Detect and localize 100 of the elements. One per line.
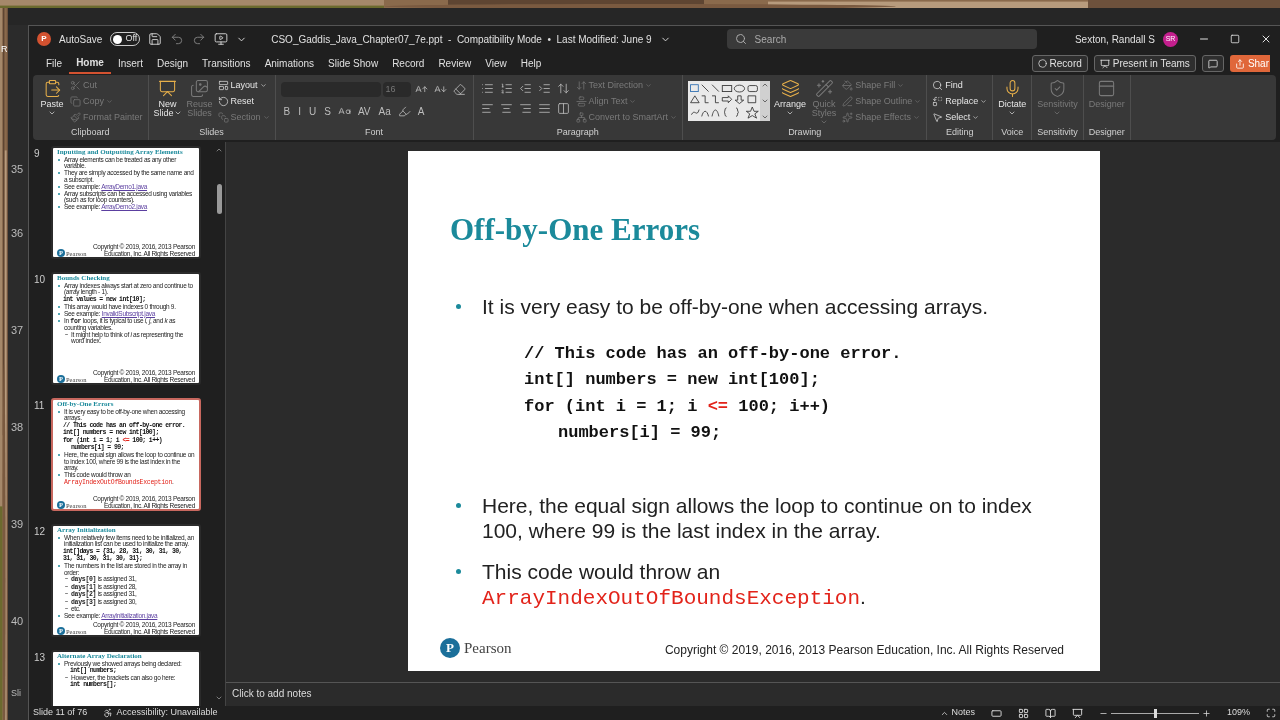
zoom-thumb[interactable] [1153, 708, 1157, 718]
teams-icon [1099, 58, 1110, 69]
format-button[interactable]: B [280, 103, 294, 120]
align-center-icon[interactable] [499, 101, 513, 115]
reading-view-icon[interactable] [1044, 707, 1056, 719]
format-button[interactable]: I [295, 103, 304, 120]
ribbon-tab[interactable]: Animations [257, 53, 322, 74]
present-in-teams-button[interactable]: Present in Teams [1093, 55, 1196, 73]
ribbon-icon [842, 80, 854, 92]
ribbon-tab[interactable]: Insert [110, 53, 150, 74]
slide-number: 40 [11, 615, 25, 627]
autosave-label: AutoSave [59, 32, 103, 47]
accessibility-icon [103, 708, 114, 719]
ribbon-button[interactable]: Paste [38, 77, 66, 118]
redo-icon[interactable] [192, 32, 207, 47]
ribbon-tab[interactable]: Design [149, 53, 196, 74]
format-button[interactable]: AV [354, 103, 374, 120]
slide-number: 10 [33, 273, 47, 288]
present-icon[interactable] [214, 32, 229, 47]
line-spacing-icon[interactable] [556, 81, 570, 95]
desktop-text: R [1, 44, 8, 54]
ribbon-tab[interactable]: Review [431, 53, 479, 74]
ribbon-button[interactable]: Select [932, 109, 988, 126]
ribbon-tab[interactable]: View [478, 53, 514, 74]
slide-text: // This code has an off-by-one error. [524, 343, 902, 363]
bullet-icon [456, 568, 461, 574]
slide-counter: Slide 11 of 76 [33, 706, 88, 720]
fit-to-window-icon[interactable] [1266, 708, 1276, 719]
user-name: Sexton, Randall S [1074, 32, 1155, 47]
format-button[interactable]: U [306, 103, 320, 120]
group-label: Paragraph [555, 126, 600, 138]
slide-thumbnail[interactable] [51, 524, 201, 638]
ribbon-tab[interactable]: Home [69, 53, 111, 74]
pearson-logo: P [440, 638, 460, 659]
group-label: Slides [198, 126, 225, 138]
gallery-scroll[interactable] [760, 80, 771, 121]
slide-text: It is very easy to be off-by-one when accessing arrays. [482, 293, 989, 319]
numbering-icon[interactable] [499, 81, 513, 95]
increase-indent-icon[interactable] [537, 81, 551, 95]
ribbon-button[interactable]: Replace [932, 93, 988, 110]
ribbon-icon [70, 112, 81, 124]
align-right-icon[interactable] [518, 101, 532, 115]
slideshow-icon[interactable] [1071, 707, 1083, 719]
record-button[interactable]: Record [1031, 55, 1088, 73]
zoom-slider[interactable] [1110, 708, 1199, 718]
zoom-in-icon[interactable] [1201, 708, 1211, 718]
brand-name: Pearson [464, 638, 512, 658]
comments-button[interactable] [1201, 55, 1224, 73]
ribbon-icon [932, 96, 944, 108]
undo-icon[interactable] [170, 32, 185, 47]
notes-button[interactable]: Notes [940, 706, 975, 720]
maximize-icon[interactable] [1230, 34, 1240, 45]
format-button[interactable]: Aa [375, 103, 394, 120]
align-left-icon[interactable] [480, 101, 494, 115]
highlighter-icon[interactable] [397, 105, 411, 119]
clear-formatting-icon[interactable] [452, 82, 466, 96]
format-button[interactable]: S [321, 103, 334, 120]
comment-icon [1207, 58, 1218, 69]
group-label: Drawing [787, 126, 823, 138]
columns-icon[interactable] [556, 101, 570, 115]
ribbon-button[interactable]: Dictate [998, 77, 1027, 118]
ribbon-tab[interactable]: Record [385, 53, 432, 74]
accessibility-status: Accessibility: Unavailable [116, 706, 218, 720]
normal-view-icon[interactable] [990, 707, 1002, 719]
group-label: Designer [1088, 126, 1125, 138]
ribbon-tab[interactable]: File [39, 53, 70, 74]
format-button[interactable]: A [414, 103, 428, 120]
slide-thumbnail[interactable] [51, 272, 201, 386]
justify-icon[interactable] [537, 101, 551, 115]
save-icon[interactable] [148, 32, 163, 47]
record-icon [1037, 59, 1047, 69]
ribbon-tab[interactable]: Slide Show [321, 53, 386, 74]
bullets-icon[interactable] [480, 81, 494, 95]
search-icon [734, 33, 747, 46]
ribbon-tab[interactable]: Help [513, 53, 549, 74]
ribbon-icon [1097, 78, 1117, 98]
ribbon-icon [217, 96, 229, 108]
ribbon-icon [932, 112, 944, 124]
ribbon-icon [932, 80, 944, 92]
decrease-indent-icon[interactable] [518, 81, 532, 95]
ribbon-button[interactable]: Reset [217, 93, 270, 110]
caret-icon [897, 82, 905, 90]
slide-thumbnail[interactable] [51, 398, 201, 512]
ribbon-tab[interactable]: Transitions [195, 53, 258, 74]
slide-sorter-icon[interactable] [1017, 707, 1029, 719]
ribbon-icon [842, 112, 854, 124]
ribbon-icon [158, 78, 178, 98]
ribbon-button[interactable]: Find [932, 77, 988, 94]
group-label: Editing [944, 126, 975, 138]
ribbon-button[interactable]: Layout [217, 77, 270, 94]
ribbon-button[interactable]: New Slide [153, 77, 182, 118]
search-field[interactable]: Search [726, 29, 1037, 50]
slide-thumbnail[interactable] [51, 146, 201, 260]
ribbon-button[interactable]: Arrange [774, 77, 807, 118]
slide-number: 35 [11, 163, 25, 175]
ribbon-icon [190, 78, 210, 98]
notes-field[interactable]: Click to add notes [226, 682, 1280, 707]
shapes-gallery-drawing[interactable] [688, 80, 761, 121]
slide-text: for (int i = 1; i <= 100; i++) [524, 396, 831, 416]
slide-number: 13 [33, 651, 47, 666]
